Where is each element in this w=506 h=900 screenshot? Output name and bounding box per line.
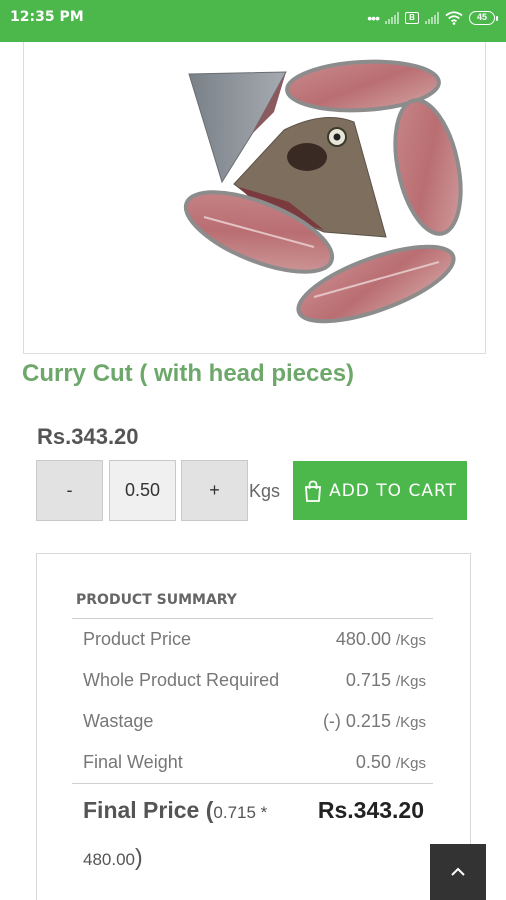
battery-level: 45 — [469, 11, 495, 25]
summary-row-value: (-) 0.215 /Kgs — [322, 711, 426, 731]
scroll-top-button[interactable] — [430, 844, 486, 900]
battery-icon: 45 — [469, 11, 498, 25]
summary-row-label: Final Weight — [83, 752, 183, 772]
summary-divider — [72, 783, 433, 784]
summary-row-value: 0.50 /Kgs — [355, 752, 426, 772]
wifi-icon — [445, 11, 463, 25]
final-price-value: Rs.343.20 — [317, 797, 424, 823]
summary-row-label: Whole Product Required — [83, 670, 280, 690]
quantity-input[interactable] — [109, 460, 176, 521]
summary-row: Final Weight 0.50 /Kgs — [83, 752, 426, 776]
more-dots-icon: ••• — [367, 10, 380, 26]
summary-heading: PRODUCT SUMMARY — [76, 592, 237, 608]
quantity-unit: Kgs — [249, 481, 281, 501]
product-image — [23, 42, 486, 354]
product-price: Rs.343.20 — [37, 424, 139, 449]
chevron-up-icon — [451, 867, 465, 876]
summary-divider — [72, 618, 433, 619]
final-price-label: Final Price (0.715 * — [83, 797, 268, 823]
signal-icon — [385, 12, 399, 24]
signal-icon-2 — [425, 12, 439, 24]
product-title: Curry Cut ( with head pieces) — [22, 360, 355, 387]
summary-row-label: Wastage — [83, 711, 154, 731]
summary-row: Whole Product Required 0.715 /Kgs — [83, 670, 426, 694]
decrement-button[interactable]: - — [36, 460, 103, 521]
product-summary-card: PRODUCT SUMMARY Product Price 480.00 /Kg… — [36, 553, 471, 900]
increment-button[interactable]: + — [181, 460, 248, 521]
status-bar: 12:35 PM ••• B 45 — [0, 0, 506, 42]
summary-row-value: 480.00 /Kgs — [335, 629, 426, 649]
add-to-cart-label: ADD TO CART — [329, 480, 457, 501]
status-time: 12:35 PM — [10, 9, 84, 25]
shopping-bag-icon — [305, 480, 322, 502]
fish-pieces-image — [183, 59, 463, 324]
summary-row-value: 0.715 /Kgs — [345, 670, 426, 690]
final-price-calc: 480.00) — [83, 844, 143, 870]
summary-row-label: Product Price — [83, 629, 192, 649]
summary-row: Product Price 480.00 /Kgs — [83, 629, 426, 653]
summary-row: Wastage (-) 0.215 /Kgs — [83, 711, 426, 735]
status-icons: ••• B 45 — [367, 9, 498, 27]
add-to-cart-button[interactable]: ADD TO CART — [293, 461, 467, 520]
sim-icon: B — [405, 12, 419, 24]
